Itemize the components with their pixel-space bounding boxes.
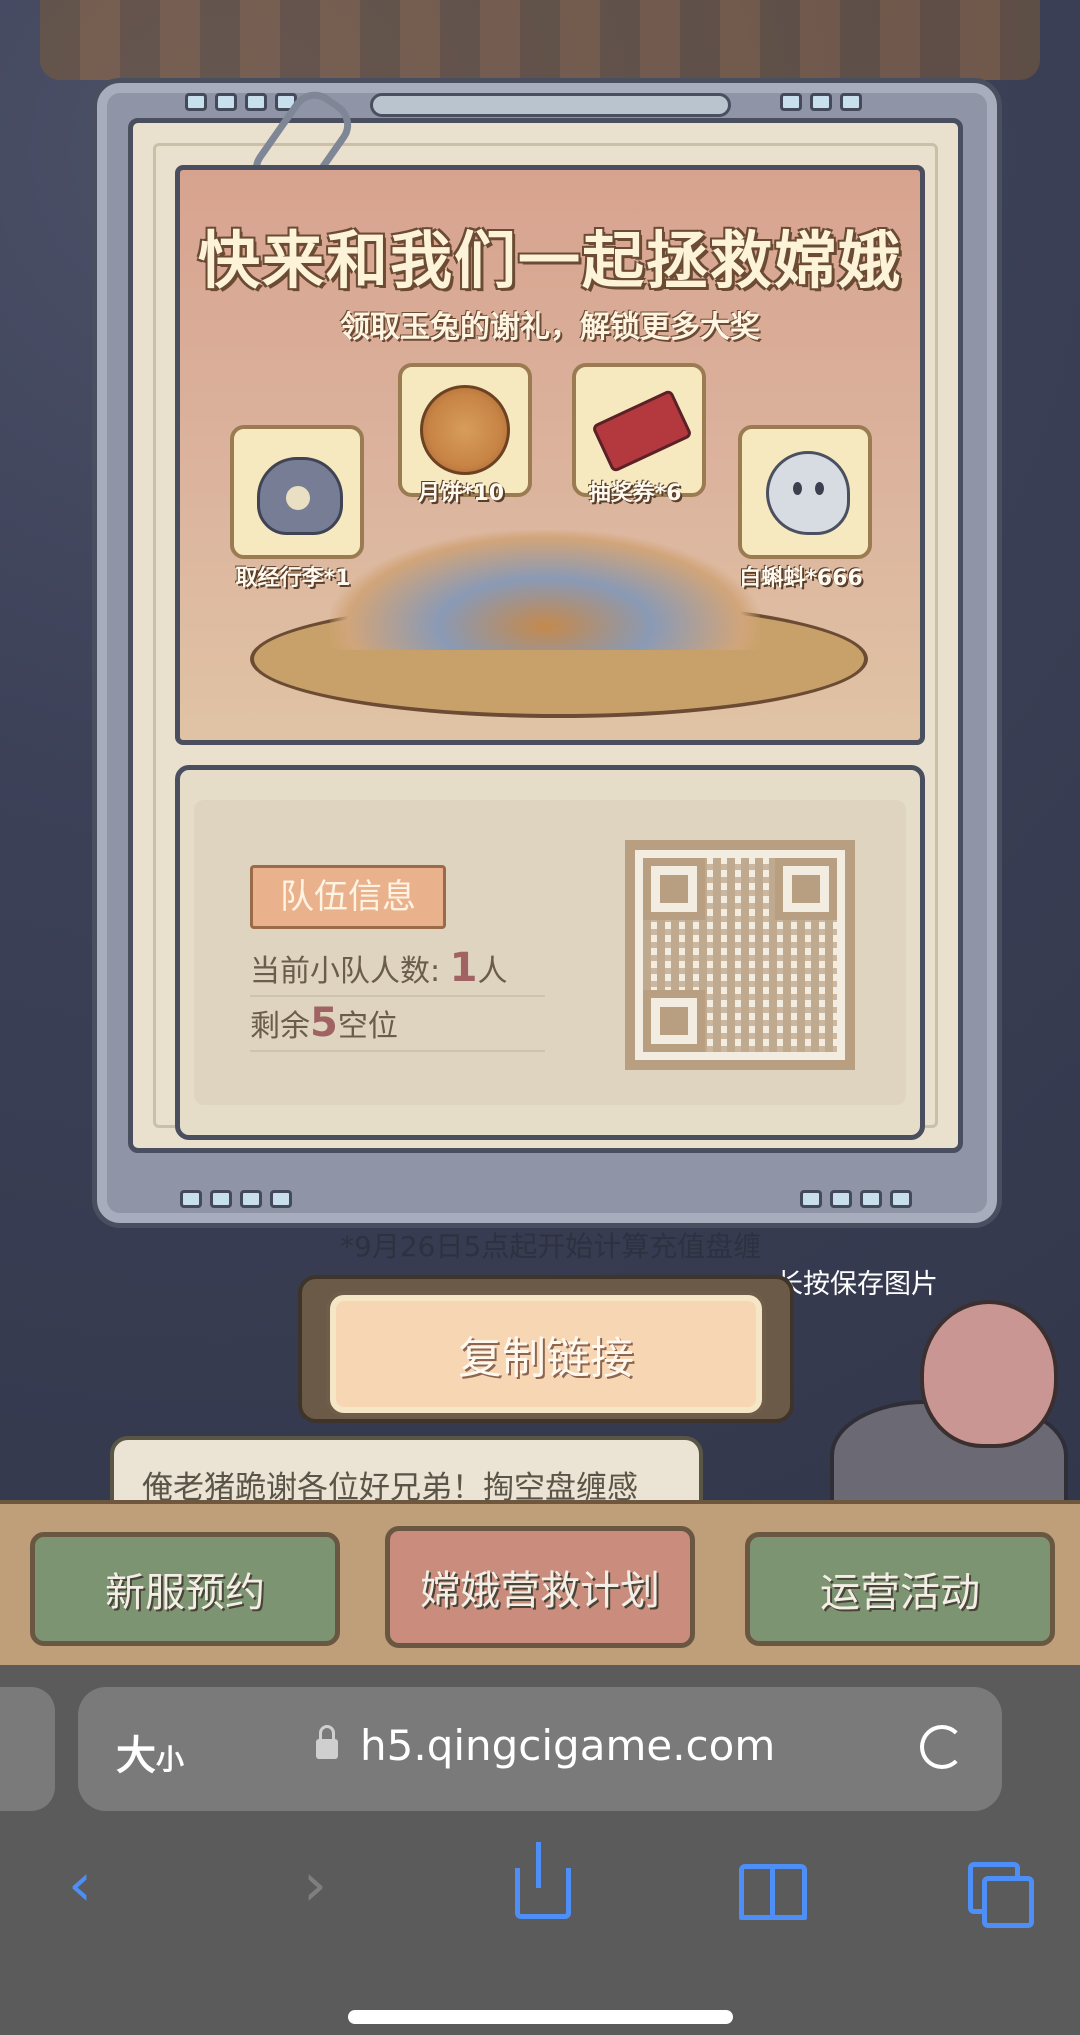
nav-rescue-plan[interactable]: 嫦娥营救计划 [385, 1526, 695, 1648]
banner-title: 快来和我们一起拯救嫦娥 [197, 224, 902, 297]
frame-lights [800, 1190, 912, 1208]
bookmarks-icon[interactable] [735, 1850, 807, 1920]
gift-pile [330, 530, 760, 650]
device-slot [370, 93, 731, 117]
qr-code[interactable] [625, 840, 855, 1070]
reload-icon[interactable] [920, 1725, 964, 1769]
team-info-card: 队伍信息 当前小队人数: 1人 剩余5空位 [175, 765, 925, 1140]
copy-link-button[interactable]: 复制链接 [330, 1295, 762, 1413]
home-indicator [348, 2010, 733, 2024]
banner-subtitle: 领取玉兔的谢礼，解锁更多大奖 [340, 310, 760, 345]
lock-icon [316, 1725, 338, 1759]
url-text: h5.qingcigame.com [360, 1721, 776, 1770]
recharge-note: *9月26日5点起开始计算充值盘缠 [340, 1230, 762, 1263]
mooncake-icon [420, 385, 510, 475]
frame-lights [780, 93, 862, 111]
bottom-nav: 新服预约 嫦娥营救计划 运营活动 [0, 1500, 1080, 1669]
previous-tab-preview[interactable] [0, 1687, 55, 1811]
promo-banner: 快来和我们一起拯救嫦娥 领取玉兔的谢礼，解锁更多大奖 取经行李*1 月饼*10 … [175, 165, 925, 745]
divider [250, 1050, 545, 1052]
forward-icon[interactable]: › [280, 1850, 350, 1920]
frame-lights [185, 93, 297, 111]
reward-label: 抽奖券*6 [588, 481, 682, 506]
nav-new-server-reservation[interactable]: 新服预约 [30, 1532, 340, 1646]
back-icon[interactable]: ‹ [45, 1850, 115, 1920]
frame-lights [180, 1190, 292, 1208]
team-current-count: 当前小队人数: 1人 [250, 945, 508, 991]
top-title-art [40, 0, 1040, 80]
ghost-icon [766, 451, 850, 535]
ticket-icon [591, 388, 693, 474]
text-size-button[interactable]: 大小 [116, 1723, 184, 1781]
bag-icon [257, 457, 343, 535]
address-bar[interactable]: 大小 h5.qingcigame.com [78, 1687, 1002, 1811]
reward-label: 月饼*10 [417, 481, 505, 506]
team-info-tag: 队伍信息 [250, 865, 446, 929]
team-remaining-slots: 剩余5空位 [250, 1000, 398, 1046]
browser-chrome: 大小 h5.qingcigame.com ‹ › [0, 1665, 1080, 2035]
tabs-icon[interactable] [962, 1850, 1034, 1928]
share-icon[interactable] [505, 1842, 575, 1920]
pig-character [800, 1280, 1068, 1538]
divider [250, 995, 545, 997]
nav-events[interactable]: 运营活动 [745, 1532, 1055, 1646]
